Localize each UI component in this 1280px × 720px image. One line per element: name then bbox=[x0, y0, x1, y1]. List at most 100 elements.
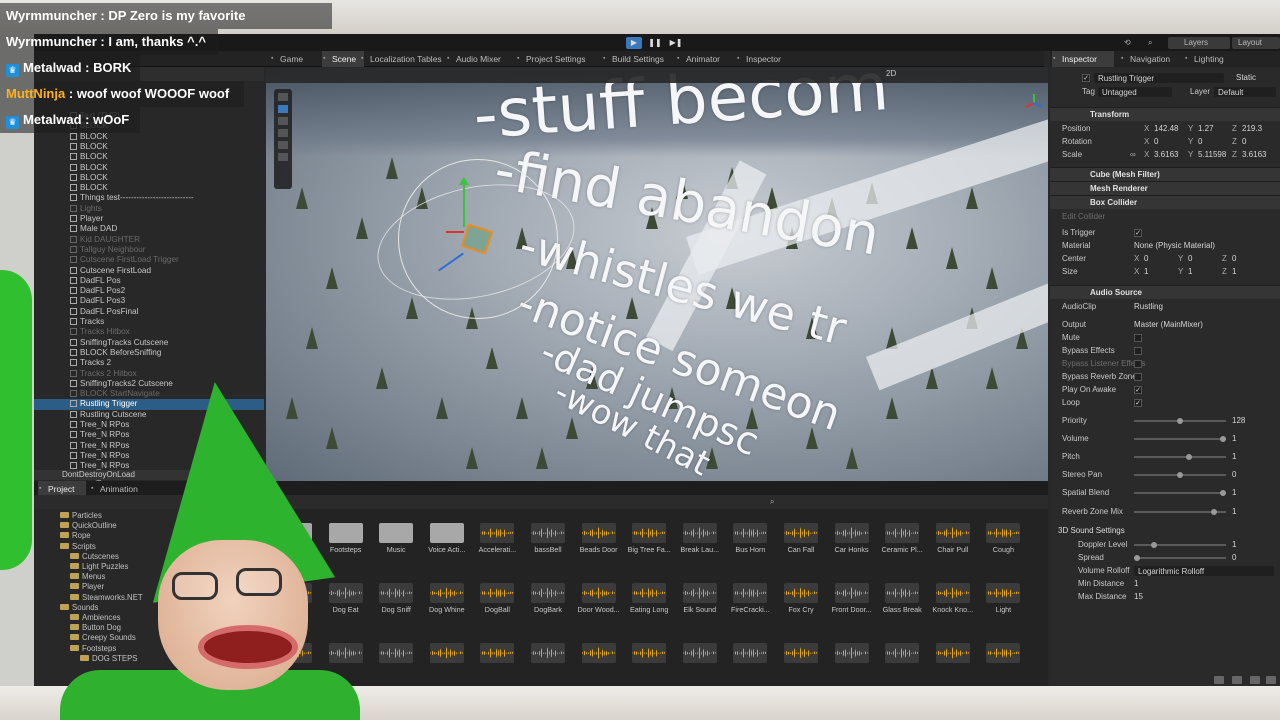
volume-rolloff-dropdown[interactable]: Logarithmic Rolloff bbox=[1134, 566, 1274, 576]
scene-view[interactable]: -stuff becom -find abandon -whistles we … bbox=[266, 67, 1048, 481]
audio-asset[interactable]: Front Door... bbox=[827, 583, 877, 643]
size-y[interactable]: 1 bbox=[1188, 266, 1192, 278]
link-scale-icon[interactable]: ∞ bbox=[1130, 149, 1136, 161]
hierarchy-item[interactable]: Tracks Hitbox bbox=[34, 327, 264, 337]
rotation-y[interactable]: 0 bbox=[1198, 136, 1202, 148]
audio-asset[interactable]: Fox Cry bbox=[776, 583, 826, 643]
hierarchy-item[interactable]: Tracks bbox=[34, 317, 264, 327]
audio-asset[interactable]: Glass Break bbox=[877, 583, 927, 643]
audio-asset[interactable]: Big Tree Fa... bbox=[624, 523, 674, 583]
hierarchy-item[interactable]: Male DAD bbox=[34, 224, 264, 234]
center-x[interactable]: 0 bbox=[1144, 253, 1148, 265]
audio-asset[interactable]: Dog Whine bbox=[422, 583, 472, 643]
max-distance-field[interactable]: 15 bbox=[1134, 591, 1143, 603]
audio-source-header[interactable]: Audio Source bbox=[1050, 285, 1280, 299]
volume-value[interactable]: 1 bbox=[1232, 433, 1236, 445]
hierarchy-item[interactable]: Things test--------------------------- bbox=[34, 193, 264, 203]
tab-audio-mixer[interactable]: Audio Mixer bbox=[446, 51, 501, 67]
hierarchy-item[interactable]: Lights bbox=[34, 204, 264, 214]
audio-asset[interactable]: FireCracki... bbox=[725, 583, 775, 643]
mesh-renderer-header[interactable]: Mesh Renderer bbox=[1050, 181, 1280, 195]
audio-asset[interactable] bbox=[624, 643, 674, 673]
audio-asset[interactable]: Music bbox=[371, 523, 421, 583]
priority-slider-knob[interactable] bbox=[1177, 418, 1183, 424]
audio-asset[interactable] bbox=[574, 643, 624, 673]
hierarchy-item[interactable]: BLOCK bbox=[34, 132, 264, 142]
pitch-value[interactable]: 1 bbox=[1232, 451, 1236, 463]
priority-value[interactable]: 128 bbox=[1232, 415, 1245, 427]
hierarchy-item[interactable]: Tallguy Neighbour bbox=[34, 245, 264, 255]
tag-dropdown[interactable]: Untagged bbox=[1098, 87, 1172, 97]
hierarchy-item[interactable]: DadFL Pos2 bbox=[34, 286, 264, 296]
reverb-zone-mix-value[interactable]: 1 bbox=[1232, 506, 1236, 518]
audio-asset[interactable]: Elk Sound bbox=[675, 583, 725, 643]
center-z[interactable]: 0 bbox=[1232, 253, 1236, 265]
tab-project-settings[interactable]: Project Settings bbox=[516, 51, 586, 67]
tab-localization-tables[interactable]: Localization Tables bbox=[360, 51, 442, 67]
audio-asset[interactable] bbox=[827, 643, 877, 673]
hierarchy-item[interactable]: BLOCK bbox=[34, 152, 264, 162]
search-icon[interactable]: ⌕ bbox=[770, 497, 774, 507]
volume-slider-knob[interactable] bbox=[1220, 436, 1226, 442]
position-x[interactable]: 142.48 bbox=[1154, 123, 1178, 135]
position-y[interactable]: 1.27 bbox=[1198, 123, 1214, 135]
spatial-blend-slider-track[interactable] bbox=[1134, 492, 1226, 494]
hierarchy-item[interactable]: Tracks 2 Hitbox bbox=[34, 369, 264, 379]
tab-navigation[interactable]: Navigation bbox=[1120, 51, 1170, 67]
size-x[interactable]: 1 bbox=[1144, 266, 1148, 278]
audio-asset[interactable]: Cough bbox=[978, 523, 1028, 583]
reverb-zone-mix-slider-knob[interactable] bbox=[1211, 509, 1218, 515]
history-icon[interactable]: ⟲ bbox=[1124, 37, 1131, 49]
audio-asset[interactable] bbox=[422, 643, 472, 673]
tab-lighting[interactable]: Lighting bbox=[1184, 51, 1224, 67]
hierarchy-item[interactable]: DadFL Pos3 bbox=[34, 296, 264, 306]
hierarchy-item[interactable]: DadFL Pos bbox=[34, 276, 264, 286]
audio-asset[interactable]: Door Wood... bbox=[574, 583, 624, 643]
rect-tool-icon[interactable] bbox=[278, 141, 288, 149]
audio-asset[interactable]: Voice Acti... bbox=[422, 523, 472, 583]
volume-slider-track[interactable] bbox=[1134, 438, 1226, 440]
bypass-listener-effects-checkbox[interactable] bbox=[1134, 360, 1142, 368]
search-icon[interactable]: ⌕ bbox=[1148, 37, 1152, 49]
hierarchy-item[interactable]: SniffingTracks Cutscene bbox=[34, 338, 264, 348]
layer-dropdown[interactable]: Default bbox=[1214, 87, 1276, 97]
audio-asset[interactable]: Break Lau... bbox=[675, 523, 725, 583]
audio-asset[interactable]: Accelerati... bbox=[472, 523, 522, 583]
hierarchy-item[interactable]: BLOCK bbox=[34, 183, 264, 193]
transform-tool-icon[interactable] bbox=[278, 153, 288, 161]
audio-asset[interactable] bbox=[776, 643, 826, 673]
active-checkbox[interactable]: ✓ bbox=[1082, 74, 1090, 82]
scale-x[interactable]: 3.6163 bbox=[1154, 149, 1178, 161]
bypass-effects-checkbox[interactable] bbox=[1134, 347, 1142, 355]
min-distance-field[interactable]: 1 bbox=[1134, 578, 1138, 590]
audio-asset[interactable] bbox=[675, 643, 725, 673]
sound-3d-header[interactable]: 3D Sound Settings bbox=[1050, 525, 1280, 537]
audio-asset[interactable] bbox=[877, 643, 927, 673]
loop-checkbox[interactable]: ✓ bbox=[1134, 399, 1142, 407]
size-z[interactable]: 1 bbox=[1232, 266, 1236, 278]
scale-y[interactable]: 5.11598 bbox=[1198, 149, 1226, 161]
audio-asset[interactable]: Eating Long bbox=[624, 583, 674, 643]
audio-asset[interactable]: Knock Kno... bbox=[928, 583, 978, 643]
box-collider-header[interactable]: Box Collider bbox=[1050, 195, 1280, 209]
edit-collider-button[interactable]: Edit Collider bbox=[1062, 211, 1105, 223]
rotation-z[interactable]: 0 bbox=[1242, 136, 1246, 148]
audio-asset[interactable]: Can Fall bbox=[776, 523, 826, 583]
spatial-blend-slider-knob[interactable] bbox=[1220, 490, 1226, 496]
audio-asset[interactable]: Ceramic Pl... bbox=[877, 523, 927, 583]
hierarchy-item[interactable]: Cutscene FirstLoad bbox=[34, 266, 264, 276]
audio-asset[interactable] bbox=[725, 643, 775, 673]
step-button[interactable]: ▶❚ bbox=[668, 37, 684, 49]
center-y[interactable]: 0 bbox=[1188, 253, 1192, 265]
audio-asset[interactable] bbox=[978, 643, 1028, 673]
spread-slider-track[interactable] bbox=[1134, 557, 1226, 559]
x-axis-handle[interactable] bbox=[446, 231, 464, 233]
pause-button[interactable]: ❚❚ bbox=[647, 37, 663, 49]
audio-asset[interactable] bbox=[523, 643, 573, 673]
audio-asset[interactable] bbox=[371, 643, 421, 673]
pitch-slider-knob[interactable] bbox=[1185, 454, 1192, 460]
is-trigger-checkbox[interactable]: ✓ bbox=[1134, 229, 1142, 237]
bypass-reverb-zones-checkbox[interactable] bbox=[1134, 373, 1142, 381]
layout-dropdown[interactable]: Layout bbox=[1232, 37, 1280, 49]
tab-inspector-secondary[interactable]: Inspector bbox=[736, 51, 781, 67]
